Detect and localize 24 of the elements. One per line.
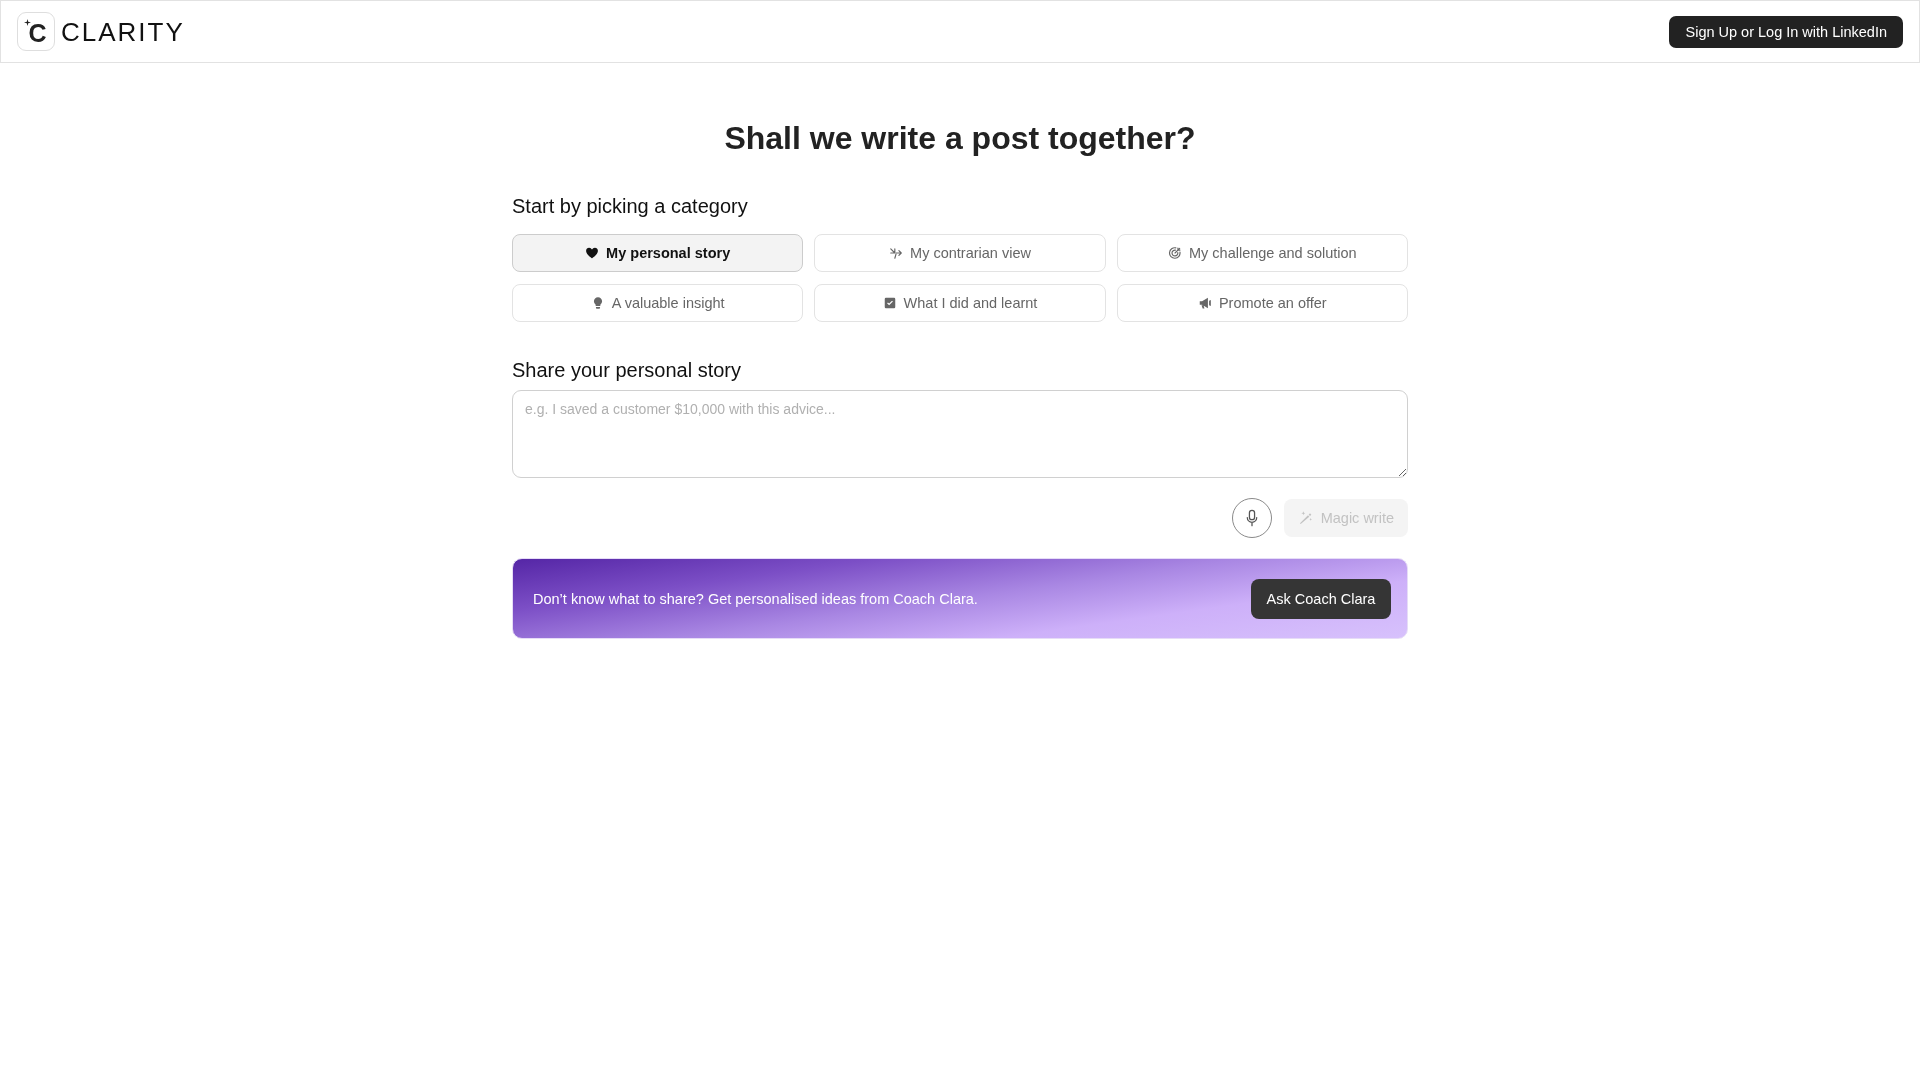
microphone-icon [1245,509,1258,527]
category-button[interactable]: My personal story [512,234,804,272]
microphone-button[interactable] [1231,498,1272,538]
category-button[interactable]: What I did and learnt [814,284,1106,322]
category-button[interactable]: My challenge and solution [1116,234,1408,272]
logo-letter: C [28,20,47,46]
category-button[interactable]: A valuable insight [512,284,804,322]
magic-wand-icon [1297,510,1314,526]
ask-coach-button[interactable]: Ask Coach Clara [1251,578,1391,619]
brand-name: CLARITY [61,18,185,45]
section-heading: Share your personal story [512,358,742,382]
section-heading: Start by picking a category [512,194,749,218]
megaphone-icon [1197,296,1212,310]
target-icon [1168,246,1182,260]
heart-icon [585,246,600,260]
banner-text: Don’t know what to share? Get personalised ideas from Coach Clara. [533,590,978,607]
story-input-field[interactable]: e.g. I saved a customer $10,000 with this advice... [512,390,1408,478]
category-button[interactable]: My contrarian view [814,234,1106,272]
sparkle-icon [24,19,31,26]
checkbox-icon [882,296,897,310]
category-button[interactable]: Promote an offer [1116,284,1408,322]
crossing-arrows-icon [889,246,904,260]
page-title: Shall we write a post together? [723,119,1197,158]
login-button[interactable]: Sign Up or Log In with LinkedIn [1669,15,1903,48]
